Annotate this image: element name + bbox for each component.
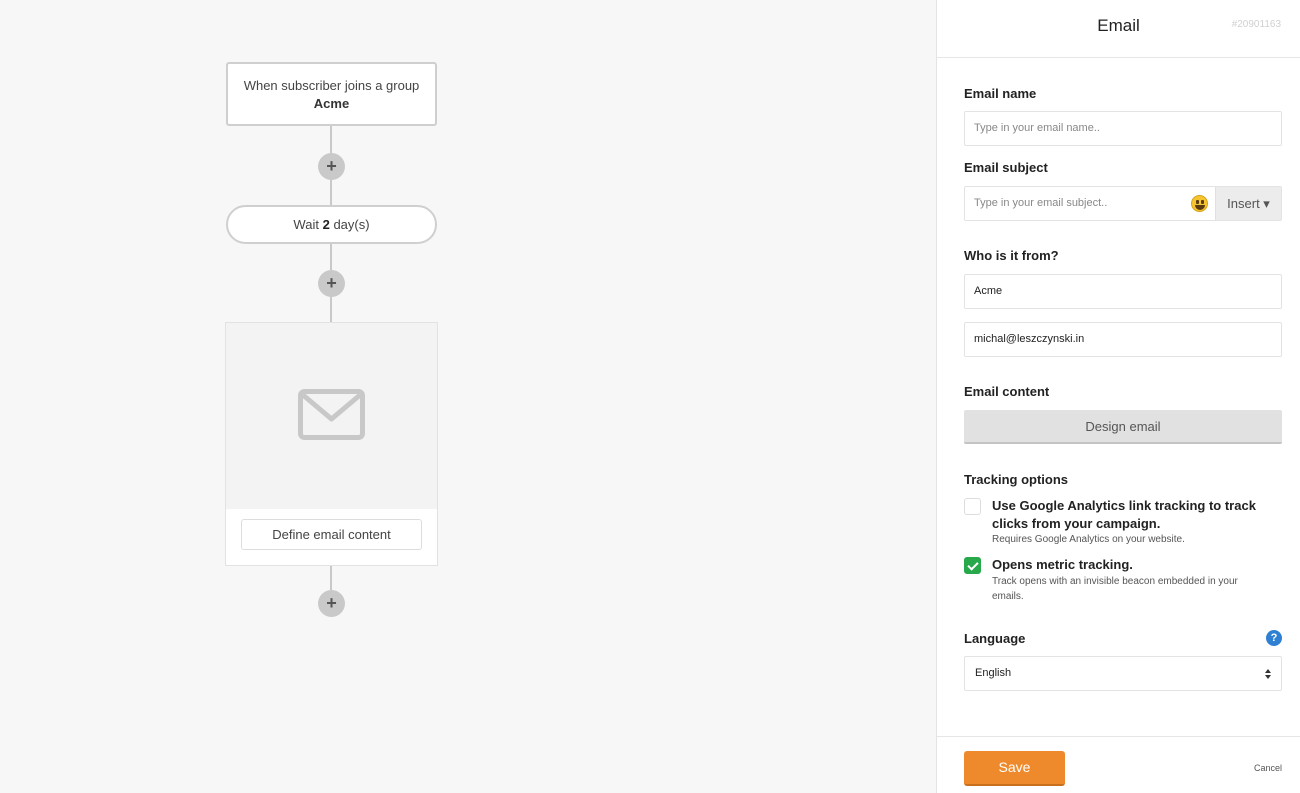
email-subject-label: Email subject <box>964 160 1048 175</box>
wait-prefix: Wait <box>293 217 319 232</box>
email-preview <box>226 323 437 509</box>
opens-tracking-checkbox[interactable] <box>964 557 981 574</box>
email-step-card[interactable]: Define email content <box>225 322 438 566</box>
email-subject-field: Type in your email subject.. Insert ▾ <box>964 186 1282 221</box>
email-settings-panel: Email #20901163 Email name Type in your … <box>936 0 1300 793</box>
language-value: English <box>975 667 1012 679</box>
panel-id: #20901163 <box>1231 19 1281 30</box>
wait-unit: day(s) <box>333 217 370 232</box>
email-name-input[interactable]: Type in your email name.. <box>964 111 1282 146</box>
tracking-options-label: Tracking options <box>964 472 1069 487</box>
trigger-group: Acme <box>313 96 350 111</box>
select-arrows-icon <box>1265 669 1271 679</box>
workflow-canvas: When subscriber joins a group Acme + Wai… <box>0 0 936 793</box>
from-name-input[interactable]: Acme <box>964 274 1282 309</box>
wait-step[interactable]: Wait 2 day(s) <box>226 205 437 244</box>
language-select[interactable]: English <box>964 656 1282 691</box>
envelope-icon <box>298 389 365 440</box>
panel-header: Email #20901163 <box>937 0 1300 58</box>
google-analytics-title: Use Google Analytics link tracking to tr… <box>992 498 1256 531</box>
define-email-content-button[interactable]: Define email content <box>241 519 422 550</box>
email-subject-input[interactable]: Type in your email subject.. <box>974 187 1107 220</box>
smiley-icon[interactable] <box>1191 195 1208 212</box>
trigger-text: When subscriber joins a group <box>243 78 420 93</box>
cancel-link[interactable]: Cancel <box>1254 763 1282 773</box>
language-label: Language <box>964 631 1026 646</box>
opens-tracking-desc: Track opens with an invisible beacon emb… <box>992 576 1238 602</box>
from-email-input[interactable]: michal@leszczynski.in <box>964 322 1282 357</box>
help-icon[interactable]: ? <box>1266 630 1282 646</box>
email-content-label: Email content <box>964 384 1050 399</box>
add-step-button[interactable]: + <box>318 590 345 617</box>
wait-value: 2 <box>322 217 330 232</box>
google-analytics-desc: Requires Google Analytics on your websit… <box>992 534 1185 545</box>
email-name-label: Email name <box>964 86 1037 101</box>
add-step-button[interactable]: + <box>318 153 345 180</box>
insert-dropdown-button[interactable]: Insert ▾ <box>1215 187 1281 220</box>
design-email-button[interactable]: Design email <box>964 410 1282 444</box>
opens-tracking-title: Opens metric tracking. <box>992 557 1133 572</box>
trigger-step[interactable]: When subscriber joins a group Acme <box>226 62 437 126</box>
google-analytics-checkbox[interactable] <box>964 498 981 515</box>
from-label: Who is it from? <box>964 248 1059 263</box>
save-button[interactable]: Save <box>964 751 1065 786</box>
add-step-button[interactable]: + <box>318 270 345 297</box>
panel-footer: Save Cancel <box>937 736 1300 793</box>
